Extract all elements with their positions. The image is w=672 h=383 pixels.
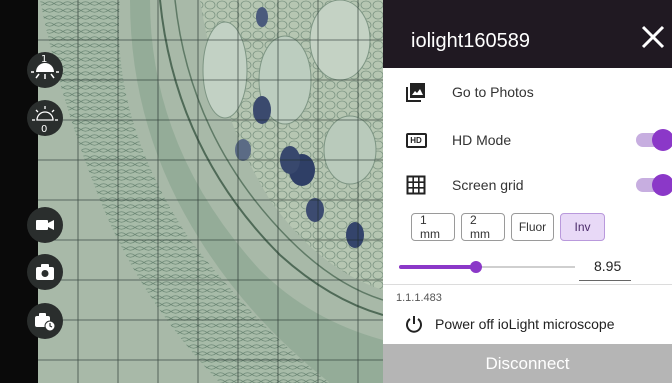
video-camera-icon xyxy=(36,220,54,230)
contrast-level: 0 xyxy=(41,124,48,135)
close-icon[interactable] xyxy=(638,22,668,52)
take-photo-button[interactable] xyxy=(27,254,63,290)
video-record-button[interactable] xyxy=(27,207,63,243)
grid-mode-chips: 1 mm 2 mm Fluor Inv xyxy=(411,213,605,241)
slider-value-underline xyxy=(579,280,631,281)
power-icon xyxy=(406,316,422,333)
hd-mode-item[interactable]: HD HD Mode xyxy=(383,123,672,157)
intensity-slider[interactable] xyxy=(399,258,575,276)
camera-timer-icon xyxy=(35,313,56,332)
camera-icon xyxy=(36,264,54,280)
microscope-live-view[interactable]: 1 0 xyxy=(0,0,383,383)
slider-thumb[interactable] xyxy=(470,261,483,273)
hd-mode-label: HD Mode xyxy=(452,132,512,148)
device-name-title: iolight160589 xyxy=(411,30,530,52)
chip-2mm[interactable]: 2 mm xyxy=(461,213,505,241)
brightness-level: 1 xyxy=(41,54,48,65)
settings-panel: iolight160589 Go to Photos HD HD Mode Sc… xyxy=(383,0,672,383)
chip-inv[interactable]: Inv xyxy=(560,213,605,241)
power-off-label: Power off ioLight microscope xyxy=(435,316,615,332)
power-off-item[interactable]: Power off ioLight microscope xyxy=(405,315,615,333)
screen-grid-toggle[interactable] xyxy=(636,174,672,196)
go-to-photos-label: Go to Photos xyxy=(452,84,534,100)
photo-library-icon xyxy=(405,81,427,103)
slider-value[interactable]: 8.95 xyxy=(594,258,621,274)
hd-mode-toggle[interactable] xyxy=(636,129,672,151)
panel-header: iolight160589 xyxy=(383,0,672,68)
chip-1mm[interactable]: 1 mm xyxy=(411,213,455,241)
screen-grid-item[interactable]: Screen grid xyxy=(383,168,672,202)
screen-grid-label: Screen grid xyxy=(452,177,524,193)
app-version: 1.1.1.483 xyxy=(396,292,442,304)
grid-icon xyxy=(405,174,427,196)
go-to-photos-item[interactable]: Go to Photos xyxy=(383,75,672,109)
hd-icon: HD xyxy=(405,129,427,151)
timelapse-button[interactable] xyxy=(27,303,63,339)
chip-fluor[interactable]: Fluor xyxy=(511,213,554,241)
divider xyxy=(383,284,672,285)
disconnect-button[interactable]: Disconnect xyxy=(383,344,672,383)
